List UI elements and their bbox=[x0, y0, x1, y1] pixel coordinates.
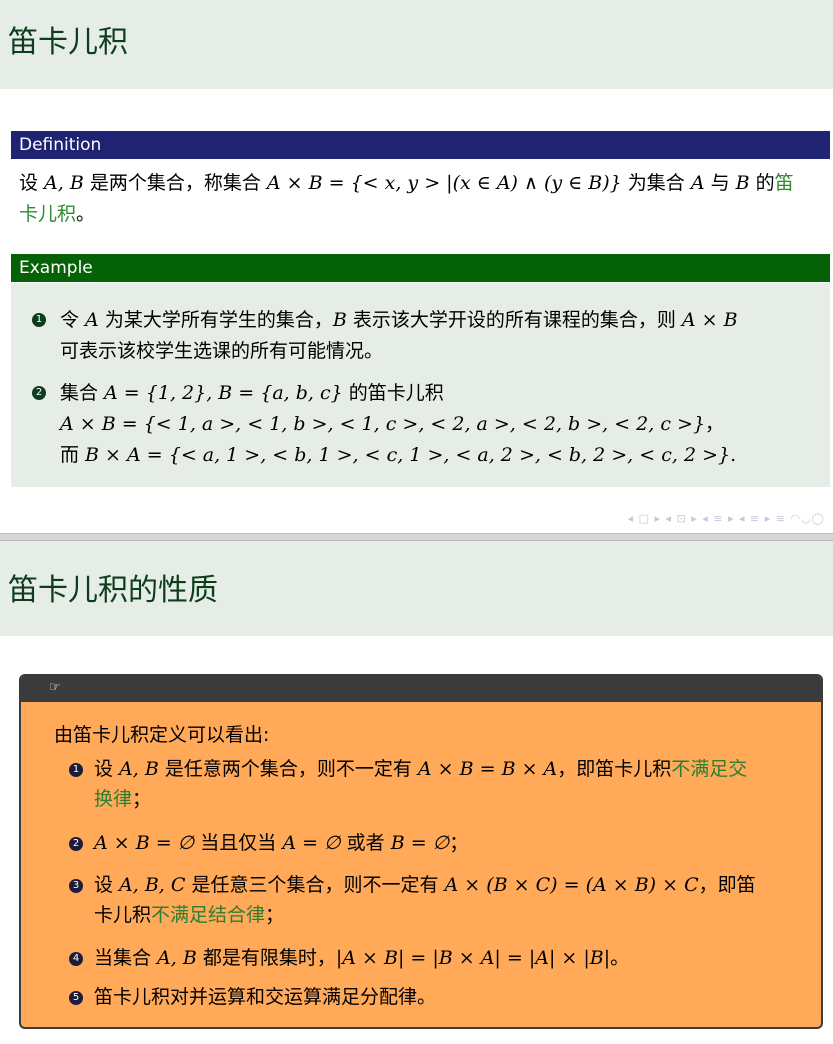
enum-bullet: 2 bbox=[32, 386, 46, 400]
enum-bullet: 1 bbox=[32, 313, 46, 327]
note-block-header: ☞ bbox=[21, 676, 821, 702]
b-times-a-formula: B × A = {< a, 1 >, < b, 1 >, < c, 1 >, <… bbox=[85, 444, 737, 466]
slide-cartesian-properties: 笛卡儿积的性质 ☞ 由笛卡儿积定义可以看出: 1 设 A, B 是任意两个集合，… bbox=[0, 541, 833, 1044]
beamer-navigation-icons[interactable]: ◂ □ ▸ ◂ ⊡ ▸ ◂ ≡ ▸ ◂ ≡ ▸ ≡ ◠◡◯ bbox=[628, 512, 825, 525]
note-intro: 由笛卡儿积定义可以看出: bbox=[54, 724, 270, 746]
a-times-b-formula: A × B = {< 1, a >, < 1, b >, < 1, c >, <… bbox=[60, 413, 706, 435]
property-item-2: 2 A × B = ∅ 当且仅当 A = ∅ 或者 B = ∅； bbox=[69, 828, 809, 858]
property-item-1: 1 设 A, B 是任意两个集合，则不一定有 A × B = B × A，即笛卡… bbox=[69, 754, 809, 814]
highlight-term: 笛 bbox=[774, 172, 794, 194]
example-item-1: 1 令 A 为某大学所有学生的集合，B 表示该大学开设的所有课程的集合，则 A … bbox=[32, 305, 822, 367]
definition-block-header: Definition bbox=[11, 131, 830, 159]
properties-note-block: ☞ 由笛卡儿积定义可以看出: 1 设 A, B 是任意两个集合，则不一定有 A … bbox=[19, 674, 823, 1029]
definition-formula: A × B = {< x, y > |(x ∈ A) ∧ (y ∈ B)} bbox=[266, 172, 622, 194]
example-block-header: Example bbox=[11, 254, 830, 282]
pointing-hand-icon: ☞ bbox=[49, 680, 61, 695]
example-body: 1 令 A 为某大学所有学生的集合，B 表示该大学开设的所有课程的集合，则 A … bbox=[11, 283, 830, 487]
slide-cartesian-product: 笛卡儿积 Definition 设 A, B 是两个集合，称集合 A × B =… bbox=[0, 0, 833, 533]
definition-body: 设 A, B 是两个集合，称集合 A × B = {< x, y > |(x ∈… bbox=[19, 172, 794, 225]
highlight-term-cont: 卡儿积 bbox=[19, 203, 77, 225]
frame-title: 笛卡儿积的性质 bbox=[8, 573, 218, 608]
frame-title-bar: 笛卡儿积 bbox=[0, 0, 833, 89]
property-item-5: 5 笛卡儿积对并运算和交运算满足分配律。 bbox=[69, 982, 809, 1012]
frame-title: 笛卡儿积 bbox=[8, 25, 128, 60]
slide-separator bbox=[0, 533, 833, 541]
example-item-2: 2 集合 A = {1, 2}, B = {a, b, c} 的笛卡儿积 A × … bbox=[32, 378, 822, 471]
property-item-4: 4 当集合 A, B 都是有限集时，|A × B| = |B × A| = |A… bbox=[69, 943, 809, 973]
frame-title-bar: 笛卡儿积的性质 bbox=[0, 541, 833, 636]
property-item-3: 3 设 A, B, C 是任意三个集合，则不一定有 A × (B × C) = … bbox=[69, 870, 809, 930]
